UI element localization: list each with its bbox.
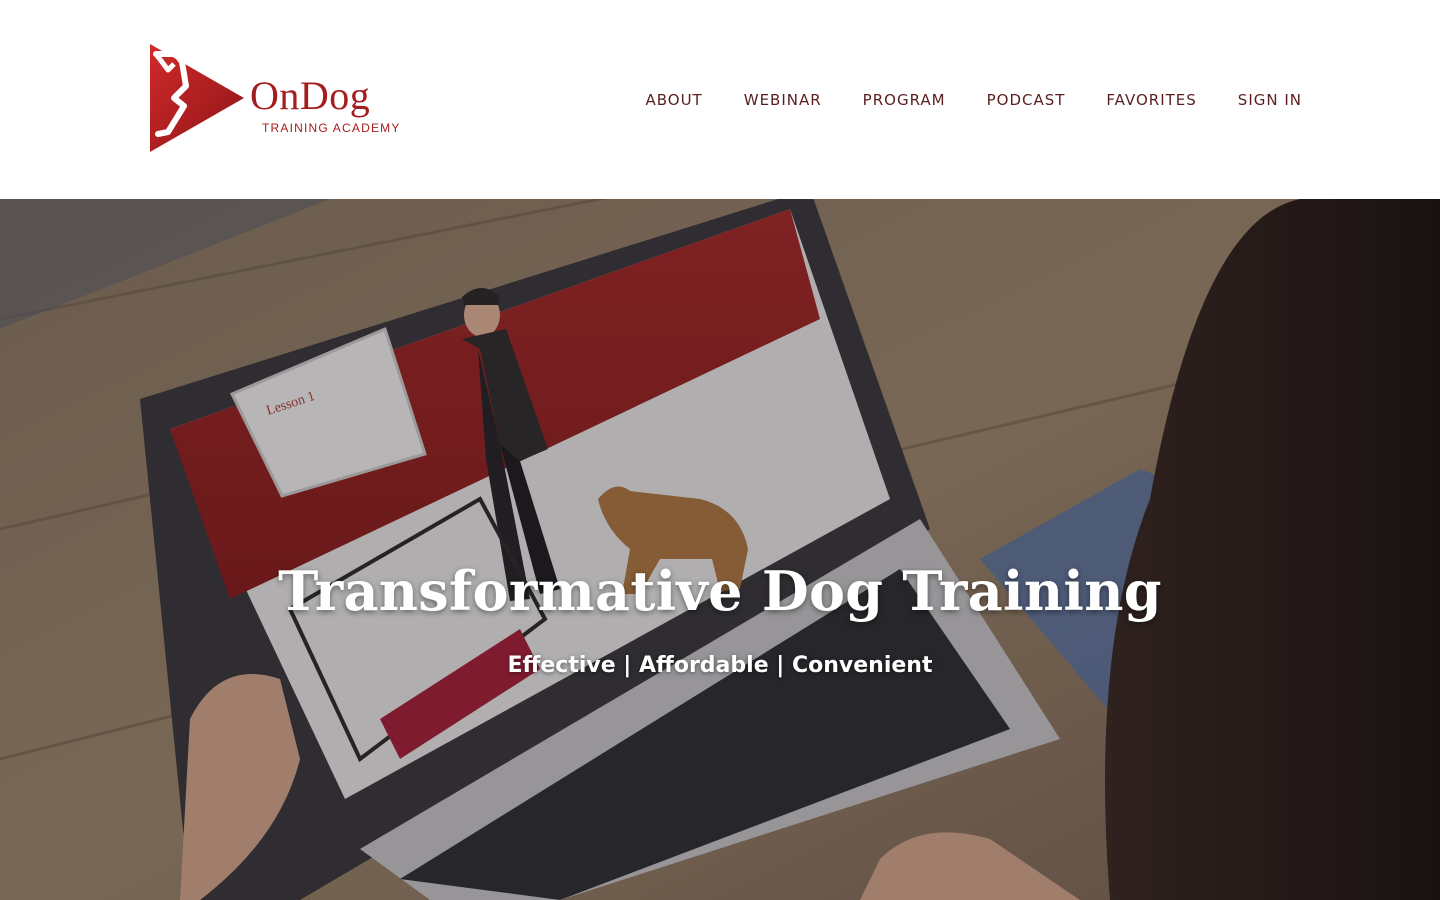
nav-sign-in[interactable]: SIGN IN [1238, 88, 1302, 112]
logo-wordmark: OnDog [250, 73, 371, 118]
nav-webinar[interactable]: WEBINAR [744, 88, 822, 112]
hero-section: Lesson 1 Transformative Dog Training Eff… [0, 199, 1440, 900]
hero-overlay [0, 199, 1440, 900]
logo-subtitle: TRAINING ACADEMY [262, 121, 401, 135]
nav-program[interactable]: PROGRAM [863, 88, 946, 112]
nav-favorites[interactable]: FAVORITES [1106, 88, 1196, 112]
hero-tagline: Effective | Affordable | Convenient [507, 653, 933, 678]
hero-title: Transformative Dog Training [278, 559, 1162, 623]
nav-podcast[interactable]: PODCAST [987, 88, 1066, 112]
nav-about[interactable]: ABOUT [645, 88, 702, 112]
play-dog-logo-icon [150, 44, 244, 152]
site-header: OnDog TRAINING ACADEMY ABOUT WEBINAR PRO… [0, 0, 1440, 199]
main-nav: ABOUT WEBINAR PROGRAM PODCAST FAVORITES … [645, 88, 1302, 112]
ondog-logo[interactable]: OnDog TRAINING ACADEMY [146, 42, 416, 154]
